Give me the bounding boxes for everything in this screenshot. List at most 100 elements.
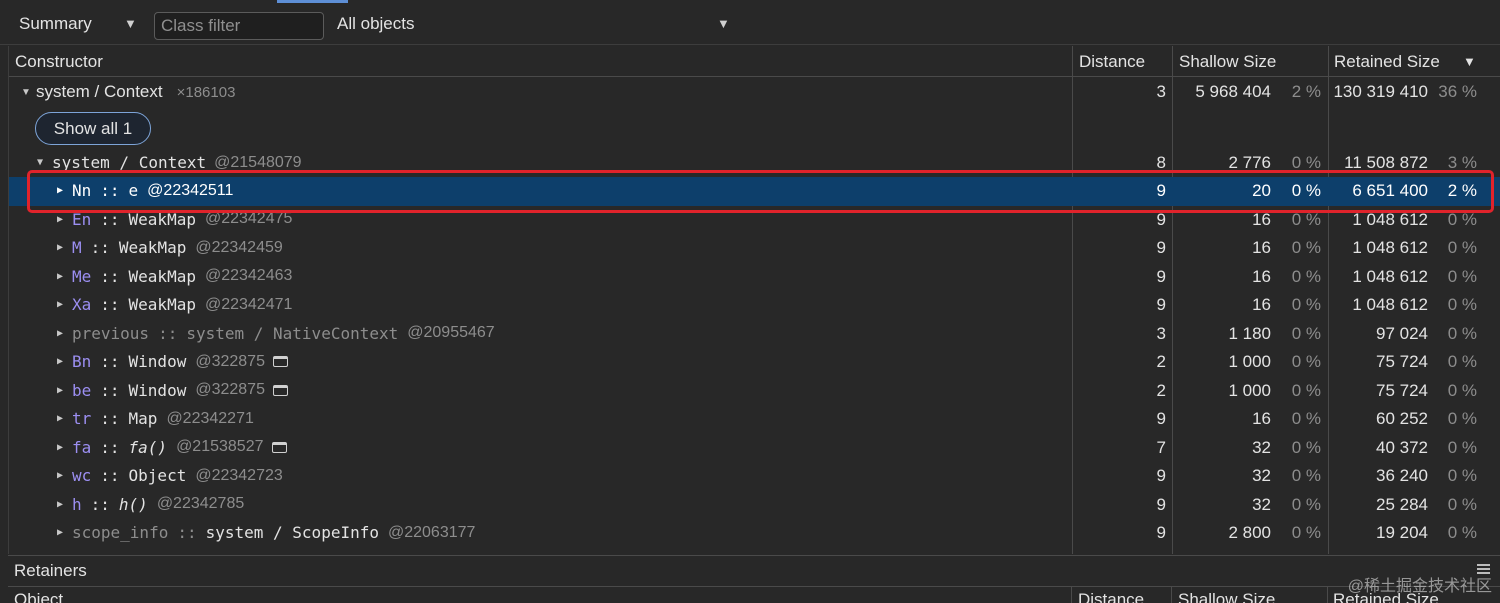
class-name: system / NativeContext bbox=[186, 323, 399, 343]
retained-size-value: 1 048 612 bbox=[1352, 295, 1428, 314]
table-row[interactable]: ▶ fa:: fa() @21538527 7 32 0 % 40 372 0 % bbox=[9, 434, 1500, 463]
expand-arrow-icon[interactable]: ▶ bbox=[57, 527, 65, 538]
window-icon[interactable] bbox=[272, 384, 288, 396]
shallow-size-percent: 0 % bbox=[1291, 181, 1321, 200]
class-name: Window bbox=[128, 352, 187, 371]
retained-size-percent: 0 % bbox=[1447, 266, 1477, 286]
instance-count: ×186103 bbox=[176, 83, 236, 101]
retained-size-value: 1 048 612 bbox=[1352, 266, 1428, 286]
window-icon[interactable] bbox=[271, 441, 287, 453]
retained-size-percent: 36 % bbox=[1438, 82, 1477, 101]
expand-arrow-icon[interactable]: ▼ bbox=[37, 157, 45, 168]
table-row[interactable]: ▶ Xa:: WeakMap @22342471 9 16 0 % 1 048 612 0 % bbox=[9, 291, 1500, 320]
expand-arrow-icon[interactable]: ▼ bbox=[21, 87, 31, 98]
shallow-size-percent: 0 % bbox=[1291, 523, 1321, 542]
objects-select-label: All objects bbox=[337, 14, 415, 33]
table-row-selected[interactable]: ▶ Nn:: e @22342511 9 20 0 % 6 651 400 2 % bbox=[9, 177, 1500, 206]
shallow-size-percent: 0 % bbox=[1291, 209, 1321, 229]
table-row[interactable]: ▶ wc:: Object @22342723 9 32 0 % 36 240 0 % bbox=[9, 462, 1500, 491]
separator: :: bbox=[100, 437, 120, 457]
column-header-constructor[interactable]: Constructor bbox=[15, 52, 103, 72]
separator: :: bbox=[100, 295, 120, 314]
distance-value: 9 bbox=[1156, 494, 1166, 514]
object-id: @21548079 bbox=[214, 153, 302, 171]
retainers-grid-header: Object Distance Shallow Size Retained Si… bbox=[8, 586, 1500, 603]
separator: :: bbox=[90, 494, 110, 514]
table-row[interactable]: ▼ system / Context ×186103 3 5 968 404 2… bbox=[9, 78, 1500, 107]
column-divider[interactable] bbox=[1171, 587, 1172, 603]
table-row[interactable]: ▶ scope_info:: system / ScopeInfo @22063177… bbox=[9, 519, 1500, 548]
property-name: Xa bbox=[72, 295, 92, 314]
expand-arrow-icon[interactable]: ▶ bbox=[57, 242, 65, 253]
shallow-size-percent: 0 % bbox=[1291, 295, 1321, 314]
distance-value: 3 bbox=[1156, 82, 1166, 101]
property-name: Bn bbox=[72, 352, 92, 371]
class-filter-input[interactable] bbox=[154, 12, 324, 40]
property-name: scope_info bbox=[72, 523, 169, 542]
window-icon[interactable] bbox=[272, 356, 288, 367]
table-row[interactable]: ▶ tr:: Map @22342271 9 16 0 % 60 252 0 % bbox=[9, 405, 1500, 434]
expand-arrow-icon[interactable]: ▶ bbox=[57, 499, 65, 510]
retained-size-percent: 0 % bbox=[1447, 238, 1477, 257]
distance-value: 7 bbox=[1156, 437, 1166, 457]
class-name: system / ScopeInfo bbox=[205, 523, 379, 542]
expand-arrow-icon[interactable]: ▶ bbox=[57, 356, 65, 367]
table-row[interactable]: ▼ system / Context @21548079 8 2 776 0 %… bbox=[9, 149, 1500, 178]
separator: :: bbox=[100, 466, 120, 485]
table-row[interactable]: ▶ h:: h() @22342785 9 32 0 % 25 284 0 % bbox=[9, 491, 1500, 520]
retained-size-percent: 0 % bbox=[1447, 409, 1477, 428]
table-row[interactable]: ▶ En:: WeakMap @22342475 9 16 0 % 1 048 612 0 % bbox=[9, 206, 1500, 235]
property-name: wc bbox=[72, 466, 92, 485]
shallow-size-percent: 0 % bbox=[1291, 466, 1321, 485]
class-name: Map bbox=[128, 409, 158, 428]
retained-size-value: 60 252 bbox=[1376, 409, 1428, 428]
expand-arrow-icon[interactable]: ▶ bbox=[57, 214, 65, 225]
expand-arrow-icon[interactable]: ▶ bbox=[57, 299, 65, 310]
column-divider[interactable] bbox=[1327, 587, 1328, 603]
retained-size-percent: 0 % bbox=[1447, 380, 1477, 400]
table-row[interactable]: ▶ M:: WeakMap @22342459 9 16 0 % 1 048 612 0 % bbox=[9, 234, 1500, 263]
retained-size-value: 19 204 bbox=[1376, 523, 1428, 542]
separator: :: bbox=[158, 323, 178, 343]
shallow-size-percent: 0 % bbox=[1291, 153, 1321, 172]
expand-arrow-icon[interactable]: ▶ bbox=[57, 442, 65, 453]
view-select-label: Summary bbox=[19, 14, 92, 33]
object-id: @22342511 bbox=[147, 181, 234, 199]
retainers-panel-header: Retainers bbox=[8, 555, 1500, 586]
view-select[interactable]: Summary ▼ bbox=[19, 8, 139, 40]
column-header-retained-size[interactable]: Retained Size bbox=[1334, 52, 1440, 72]
column-header-object[interactable]: Object bbox=[14, 590, 63, 603]
table-row[interactable]: ▶ be:: Window @322875 2 1 000 0 % 75 724 0 % bbox=[9, 377, 1500, 406]
objects-select[interactable]: All objects ▼ bbox=[337, 8, 737, 40]
class-name: WeakMap bbox=[128, 295, 196, 314]
table-row[interactable]: ▶ Bn:: Window @322875 2 1 000 0 % 75 724 0 % bbox=[9, 348, 1500, 377]
shallow-size-percent: 0 % bbox=[1291, 494, 1321, 514]
retained-size-percent: 0 % bbox=[1447, 523, 1477, 542]
object-id: @22342471 bbox=[204, 295, 293, 313]
separator: :: bbox=[100, 380, 120, 400]
expand-arrow-icon[interactable]: ▶ bbox=[57, 328, 65, 339]
separator: :: bbox=[177, 523, 197, 542]
table-row[interactable]: ▶ Me:: WeakMap @22342463 9 16 0 % 1 048 612 0 % bbox=[9, 263, 1500, 292]
class-name: WeakMap bbox=[128, 266, 196, 286]
expand-arrow-icon[interactable]: ▶ bbox=[57, 385, 65, 396]
column-divider[interactable] bbox=[1071, 587, 1072, 603]
sort-descending-icon[interactable]: ▼ bbox=[1463, 54, 1476, 69]
expand-arrow-icon[interactable]: ▶ bbox=[57, 271, 65, 282]
retained-size-percent: 2 % bbox=[1447, 181, 1477, 200]
expand-arrow-icon[interactable]: ▶ bbox=[57, 413, 65, 424]
column-header-distance[interactable]: Distance bbox=[1078, 590, 1144, 603]
retained-size-value: 1 048 612 bbox=[1352, 238, 1428, 257]
shallow-size-percent: 0 % bbox=[1291, 238, 1321, 257]
column-header-shallow-size[interactable]: Shallow Size bbox=[1179, 52, 1276, 72]
distance-value: 9 bbox=[1156, 238, 1166, 257]
show-all-button[interactable]: Show all 1 bbox=[35, 112, 151, 145]
retained-size-percent: 0 % bbox=[1447, 209, 1477, 229]
column-header-shallow-size[interactable]: Shallow Size bbox=[1178, 590, 1275, 603]
expand-arrow-icon[interactable]: ▶ bbox=[57, 185, 65, 196]
table-row[interactable]: ▶ previous:: system / NativeContext @209554… bbox=[9, 320, 1500, 349]
column-header-distance[interactable]: Distance bbox=[1079, 52, 1145, 72]
shallow-size-value: 5 968 404 bbox=[1195, 82, 1271, 101]
shallow-size-value: 1 180 bbox=[1228, 323, 1271, 343]
expand-arrow-icon[interactable]: ▶ bbox=[57, 470, 65, 481]
